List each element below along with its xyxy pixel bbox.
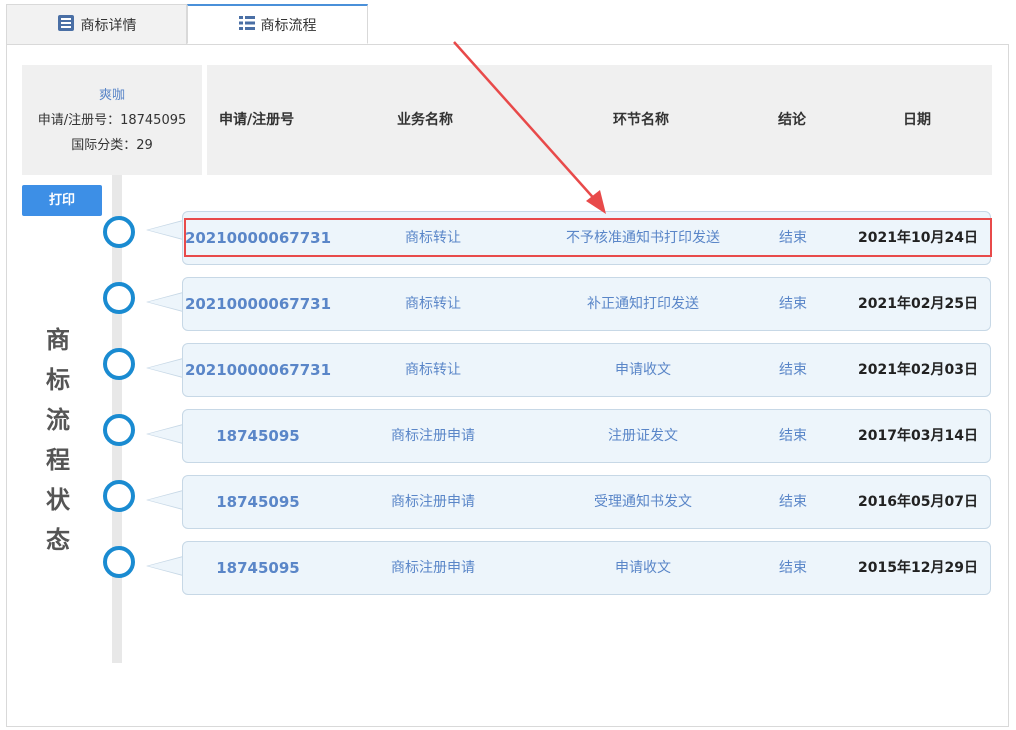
process-row: 18745095 商标注册申请 申请收文 结束 2015年12月29日 (182, 541, 991, 595)
header-step-name: 环节名称 (613, 112, 669, 128)
row-result: 结束 (779, 296, 807, 312)
row-date: 2017年03月14日 (858, 428, 978, 444)
tab-trademark-process[interactable]: 商标流程 (187, 4, 368, 44)
header-date: 日期 (903, 112, 931, 128)
header-result: 结论 (778, 112, 806, 128)
trademark-info-panel: 爽咖 申请/注册号：18745095 国际分类：29 (22, 65, 202, 175)
row-step: 受理通知书发文 (594, 494, 692, 510)
row-step: 注册证发文 (608, 428, 678, 444)
tab-label: 商标流程 (260, 17, 317, 34)
row-result: 结束 (779, 362, 807, 378)
row-date: 2015年12月29日 (858, 560, 978, 576)
row-reg-number[interactable]: 18745095 (183, 410, 333, 462)
tab-bar: 商标详情 商标流程 (6, 4, 368, 45)
row-pointer (146, 292, 183, 312)
row-step: 补正通知打印发送 (587, 296, 699, 312)
row-step: 申请收文 (615, 362, 671, 378)
row-pointer (146, 220, 183, 240)
process-row: 18745095 商标注册申请 受理通知书发文 结束 2016年05月07日 (182, 475, 991, 529)
row-pointer (146, 490, 183, 510)
row-reg-number[interactable]: 18745095 (183, 542, 333, 594)
row-date: 2021年02月25日 (858, 296, 978, 312)
international-class: 国际分类：29 (71, 138, 153, 153)
row-business: 商标转让 (405, 362, 461, 378)
row-date: 2021年02月03日 (858, 362, 978, 378)
timeline-node (103, 348, 135, 380)
title-char: 商 (46, 326, 70, 354)
timeline-node (103, 414, 135, 446)
row-pointer (146, 424, 183, 444)
row-pointer (146, 556, 183, 576)
table-list-icon (238, 15, 255, 35)
title-char: 程 (46, 446, 70, 474)
highlight-box (184, 218, 992, 257)
row-reg-number[interactable]: 20210000067731 (183, 344, 333, 396)
tab-label: 商标详情 (80, 17, 137, 34)
trademark-name: 爽咖 (98, 88, 125, 103)
process-row: 20210000067731 商标转让 补正通知打印发送 结束 2021年02月… (182, 277, 991, 331)
table-header: 申请/注册号 业务名称 环节名称 结论 日期 (207, 65, 992, 175)
row-date: 2016年05月07日 (858, 494, 978, 510)
document-list-icon (57, 14, 75, 36)
row-reg-number[interactable]: 20210000067731 (183, 278, 333, 330)
row-step: 申请收文 (615, 560, 671, 576)
row-business: 商标注册申请 (391, 560, 475, 576)
header-reg-number: 申请/注册号 (219, 112, 295, 128)
registration-number: 申请/注册号：18745095 (37, 113, 187, 128)
row-business: 商标转让 (405, 296, 461, 312)
process-row: 18745095 商标注册申请 注册证发文 结束 2017年03月14日 (182, 409, 991, 463)
title-char: 态 (46, 526, 70, 554)
row-result: 结束 (779, 494, 807, 510)
row-business: 商标注册申请 (391, 494, 475, 510)
title-char: 标 (46, 366, 70, 394)
header-business-name: 业务名称 (397, 112, 453, 128)
tab-trademark-details[interactable]: 商标详情 (6, 4, 187, 44)
timeline-node (103, 282, 135, 314)
row-pointer (146, 358, 183, 378)
title-char: 流 (46, 406, 70, 434)
print-button[interactable]: 打印 (22, 185, 102, 216)
row-business: 商标注册申请 (391, 428, 475, 444)
row-result: 结束 (779, 560, 807, 576)
row-reg-number[interactable]: 18745095 (183, 476, 333, 528)
timeline-node (103, 216, 135, 248)
process-row: 20210000067731 商标转让 申请收文 结束 2021年02月03日 (182, 343, 991, 397)
process-status-title: 商 标 流 程 状 态 (38, 320, 78, 560)
title-char: 状 (46, 486, 70, 514)
timeline-node (103, 546, 135, 578)
row-result: 结束 (779, 428, 807, 444)
timeline-node (103, 480, 135, 512)
